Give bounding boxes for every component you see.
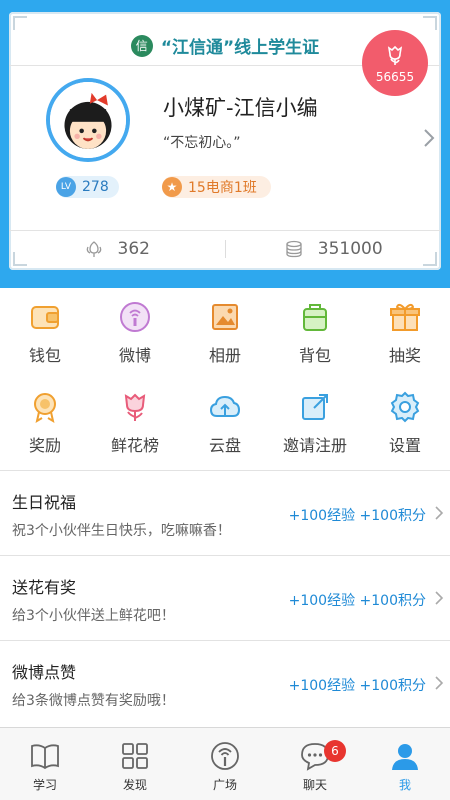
grid-item-album[interactable]: 相册 — [180, 288, 270, 378]
class-badge: ★ 15电商1班 — [162, 176, 271, 198]
level-icon: LV — [56, 177, 76, 197]
card-title: “江信通”线上学生证 — [160, 38, 320, 58]
grid-item-weibo[interactable]: 微博 — [90, 288, 180, 378]
grid-item-lottery[interactable]: 抽奖 — [360, 288, 450, 378]
task-reward: +100经验 +100积分 — [288, 678, 426, 694]
album-icon — [212, 304, 238, 330]
grid-item-invite-register[interactable]: 邀请注册 — [270, 378, 360, 468]
chevron-right-icon — [435, 591, 444, 605]
task-row-weibo-like[interactable]: 微博点赞 给3条微博点赞有奖励哦！ +100经验 +100积分 — [0, 640, 450, 725]
task-row-birthday[interactable]: 生日祝福 祝3个小伙伴生日快乐，吃嘛嘛香！ +100经验 +100积分 — [0, 470, 450, 555]
medal-icon — [34, 393, 56, 424]
book-icon — [31, 744, 59, 770]
gear-icon — [390, 391, 420, 423]
nav-item-discover[interactable]: 发现 — [90, 728, 180, 800]
share-icon — [302, 394, 328, 420]
rose-icon — [387, 45, 403, 65]
bottom-nav: 学习 发现 广场 聊天 6 我 — [0, 727, 450, 800]
user-name: 小煤矿-江信小编 — [163, 96, 318, 120]
coins-icon — [286, 240, 302, 257]
nav-label: 广场 — [212, 778, 237, 792]
wallet-icon — [31, 306, 59, 329]
coins-stat-value: 351000 — [317, 238, 383, 259]
grid-item-label: 奖励 — [28, 436, 61, 455]
class-name: 15电商1班 — [188, 180, 257, 196]
grid-item-label: 相册 — [208, 346, 241, 365]
profile-header: 信 “江信通”线上学生证 56655 小煤矿-江信小编 “不忘初心。” LV 2… — [0, 0, 450, 288]
grid-item-label: 邀请注册 — [282, 436, 347, 455]
task-title: 生日祝福 — [12, 493, 77, 512]
grid-item-label: 抽奖 — [388, 346, 421, 365]
task-desc: 祝3个小伙伴生日快乐，吃嘛嘛香！ — [12, 523, 231, 539]
task-desc: 给3条微博点赞有奖励哦！ — [12, 693, 175, 709]
flower-count: 56655 — [375, 70, 415, 84]
grid-item-label: 背包 — [298, 346, 331, 365]
grid-item-flower-ranking[interactable]: 鲜花榜 — [90, 378, 180, 468]
level-badge: LV 278 — [56, 176, 119, 198]
grid-item-settings[interactable]: 设置 — [360, 378, 450, 468]
nav-item-study[interactable]: 学习 — [0, 728, 90, 800]
grid-item-cloud-drive[interactable]: 云盘 — [180, 378, 270, 468]
chevron-right-icon — [435, 676, 444, 690]
task-title: 微博点赞 — [12, 663, 77, 682]
task-list: 生日祝福 祝3个小伙伴生日快乐，吃嘛嘛香！ +100经验 +100积分 送花有奖… — [0, 470, 450, 725]
grid-item-label: 云盘 — [208, 436, 241, 455]
weibo-icon — [120, 302, 150, 332]
unread-badge: 6 — [324, 740, 346, 762]
nav-item-me[interactable]: 我 — [360, 728, 450, 800]
user-motto: “不忘初心。” — [163, 135, 241, 151]
task-reward: +100经验 +100积分 — [288, 508, 426, 524]
backpack-icon — [303, 304, 327, 331]
flower-outline-icon — [86, 240, 101, 257]
grid-item-label: 设置 — [388, 436, 421, 455]
nav-item-square[interactable]: 广场 — [180, 728, 270, 800]
task-title: 送花有奖 — [12, 578, 77, 597]
task-row-send-flowers[interactable]: 送花有奖 给3个小伙伴送上鲜花吧！ +100经验 +100积分 — [0, 555, 450, 640]
nav-label: 学习 — [32, 778, 57, 792]
user-icon — [392, 744, 418, 770]
flower-stat-value: 362 — [117, 238, 150, 259]
chevron-right-icon — [435, 506, 444, 520]
tulip-icon — [124, 393, 146, 421]
task-reward: +100经验 +100积分 — [288, 593, 426, 609]
flower-stat[interactable]: 362 — [9, 239, 225, 259]
nav-label: 聊天 — [302, 778, 327, 792]
grid-item-rewards[interactable]: 奖励 — [0, 378, 90, 468]
grid-item-wallet[interactable]: 钱包 — [0, 288, 90, 378]
chevron-right-icon[interactable] — [422, 128, 436, 148]
avatar[interactable] — [46, 78, 130, 162]
student-id-card: 信 “江信通”线上学生证 56655 小煤矿-江信小编 “不忘初心。” LV 2… — [9, 12, 441, 270]
coins-stat[interactable]: 351000 — [226, 239, 442, 259]
flower-count-badge[interactable]: 56655 — [362, 30, 428, 96]
broadcast-icon — [211, 742, 239, 770]
grid-item-label: 钱包 — [28, 346, 61, 365]
nav-label: 我 — [398, 778, 411, 792]
grid-item-label: 鲜花榜 — [110, 436, 159, 455]
feature-grid: 钱包 微博 相册 背包 抽奖 奖励 鲜花榜 云盘 邀请注册 设置 — [0, 288, 450, 468]
gift-icon — [390, 303, 420, 331]
avatar-image — [50, 82, 126, 158]
grid-icon — [122, 743, 148, 769]
grid-item-label: 微博 — [118, 346, 151, 365]
star-icon: ★ — [162, 177, 182, 197]
task-desc: 给3个小伙伴送上鲜花吧！ — [12, 608, 175, 624]
nav-item-chat[interactable]: 聊天 6 — [270, 728, 360, 800]
grid-item-backpack[interactable]: 背包 — [270, 288, 360, 378]
school-logo-icon: 信 — [130, 34, 153, 57]
card-stats: 362 351000 — [9, 230, 441, 266]
nav-label: 发现 — [122, 778, 147, 792]
level-value: 278 — [82, 179, 109, 195]
cloud-upload-icon — [209, 395, 241, 417]
